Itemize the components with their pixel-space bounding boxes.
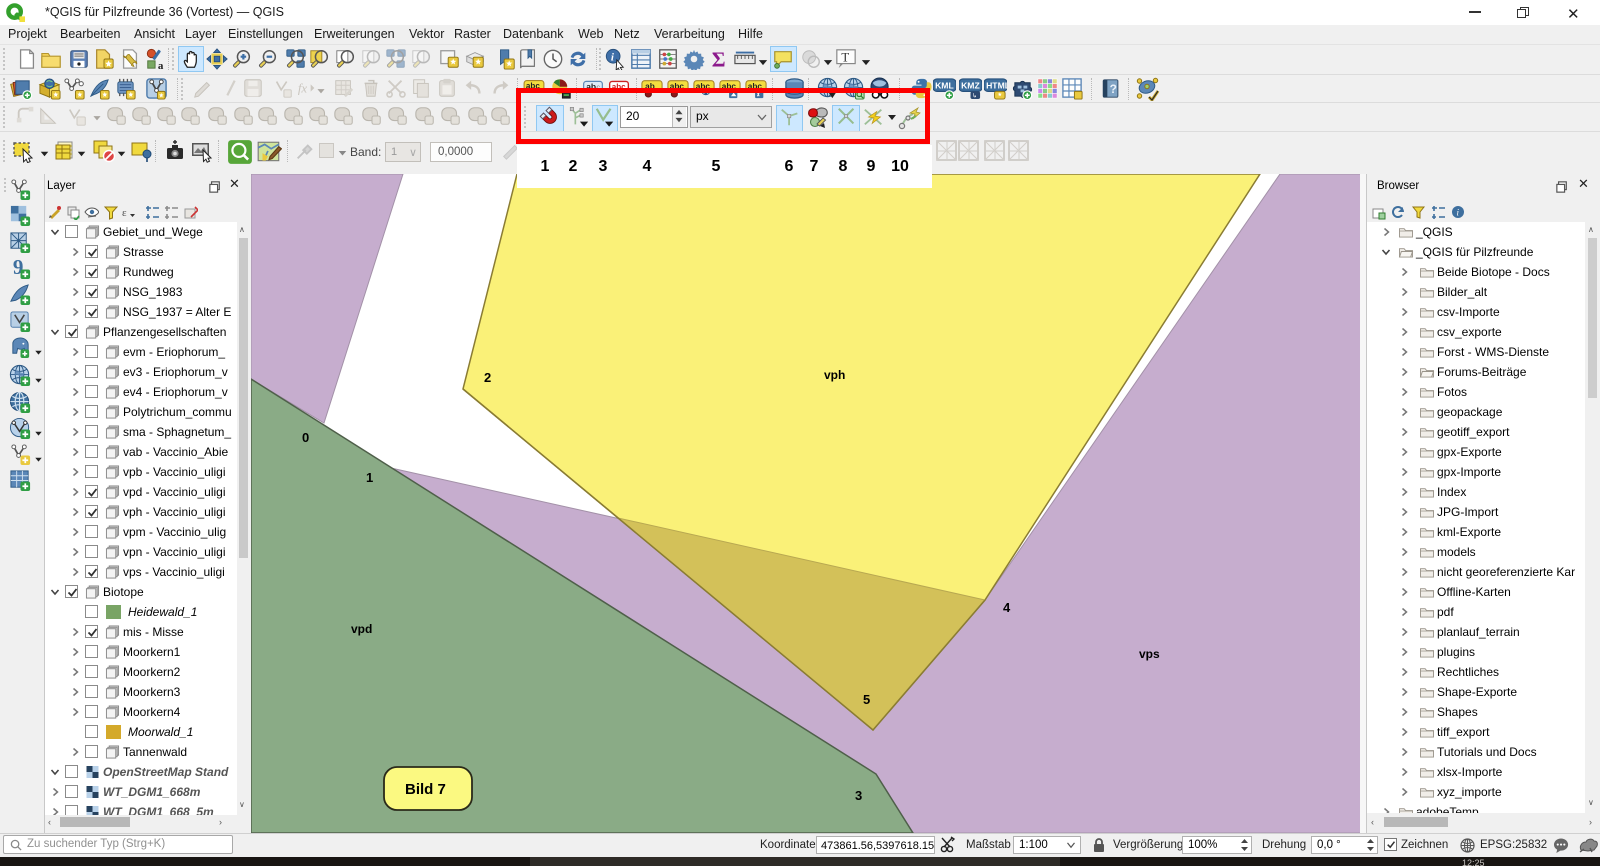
svg-text:vph: vph <box>824 368 845 382</box>
svg-text:5: 5 <box>863 692 870 707</box>
svg-text:1: 1 <box>366 470 373 485</box>
svg-text:4: 4 <box>1003 600 1011 615</box>
svg-text:KMZ: KMZ <box>961 81 980 91</box>
svg-text:HTML: HTML <box>986 81 1007 91</box>
svg-text:vpd: vpd <box>351 622 372 636</box>
svg-text:ε: ε <box>122 207 127 219</box>
svg-text:vps: vps <box>1139 647 1160 661</box>
svg-text:fx: fx <box>298 82 308 96</box>
svg-text:↳: ↳ <box>972 93 977 100</box>
svg-text:Σ: Σ <box>712 48 726 70</box>
svg-text:Bild 7: Bild 7 <box>405 781 446 798</box>
svg-text:?: ? <box>1110 82 1117 96</box>
svg-text:T: T <box>841 50 849 64</box>
svg-text:KML: KML <box>935 81 954 91</box>
svg-text:0: 0 <box>302 430 309 445</box>
svg-text:3: 3 <box>855 788 862 803</box>
svg-text:a: a <box>158 60 164 70</box>
svg-text:2: 2 <box>484 370 491 385</box>
